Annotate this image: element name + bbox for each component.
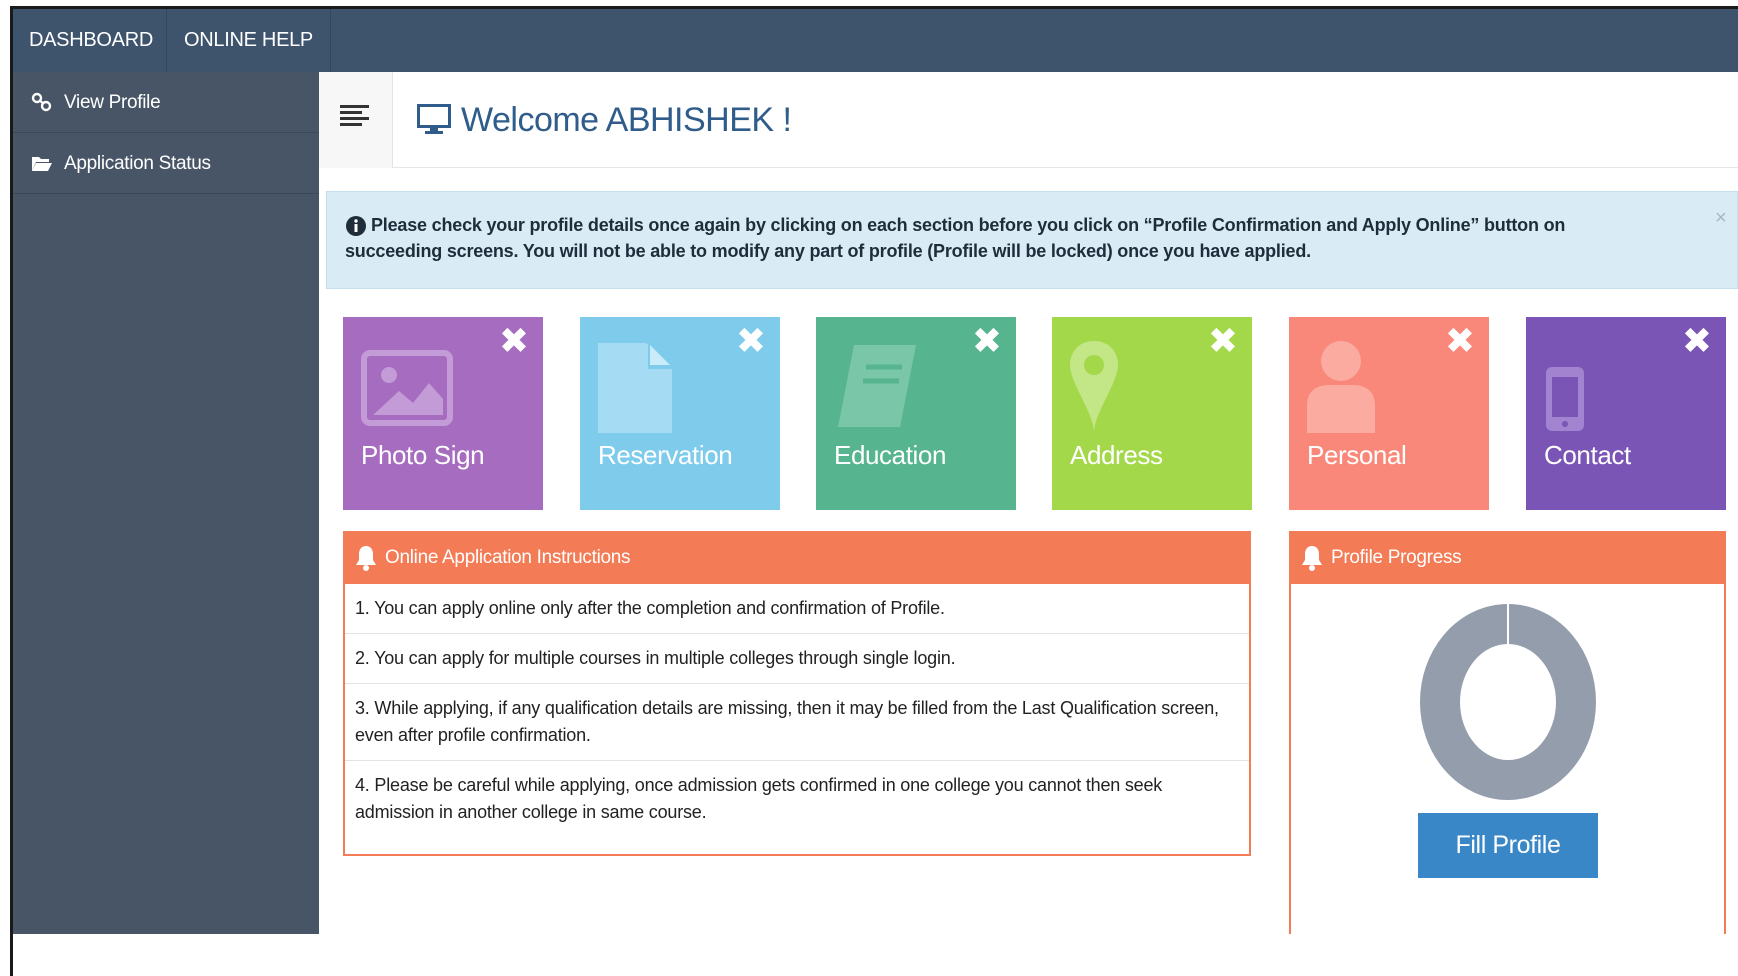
file-icon [598, 343, 672, 433]
tile-label: Education [834, 440, 947, 470]
user-icon [1307, 341, 1375, 433]
tile-contact[interactable]: ✖ Contact [1526, 317, 1726, 510]
tile-personal[interactable]: ✖ Personal [1289, 317, 1489, 510]
profile-progress-header: Profile Progress [1289, 531, 1726, 584]
instruction-item: 3. While applying, if any qualification … [345, 684, 1249, 761]
monitor-icon [417, 104, 451, 134]
incomplete-x-icon: ✖ [971, 320, 1002, 361]
sidebar-item-view-profile[interactable]: View Profile [13, 72, 319, 133]
link-icon [31, 92, 52, 112]
tile-label: Photo Sign [361, 440, 485, 470]
tile-photo-sign[interactable]: ✖ Photo Sign [343, 317, 543, 510]
incomplete-x-icon: ✖ [735, 320, 766, 361]
instructions-panel-header: Online Application Instructions [343, 531, 1251, 584]
tile-label: Address [1070, 440, 1163, 470]
folder-open-icon [32, 157, 52, 171]
image-icon [361, 350, 453, 426]
sidebar-toggle-button[interactable] [319, 72, 393, 168]
tile-address[interactable]: ✖ Address [1052, 317, 1252, 510]
welcome-text: Welcome ABHISHEK ! [461, 101, 792, 139]
nav-dashboard[interactable]: DASHBOARD [13, 9, 167, 72]
tile-label: Personal [1307, 440, 1407, 470]
sidebar: View Profile Application Status [13, 72, 319, 934]
map-marker-icon [1070, 341, 1118, 433]
info-alert: Please check your profile details once a… [326, 191, 1738, 289]
tile-label: Contact [1544, 440, 1631, 470]
profile-progress-panel: Profile Progress Fill Profile [1289, 531, 1726, 934]
page-bottom [13, 934, 1738, 976]
alert-close-button[interactable]: × [1715, 208, 1727, 228]
nav-online-help[interactable]: ONLINE HELP [168, 9, 331, 72]
tile-label: Reservation [598, 440, 733, 470]
incomplete-x-icon: ✖ [498, 320, 529, 361]
mobile-phone-icon [1546, 367, 1584, 431]
profile-progress-title: Profile Progress [1331, 547, 1462, 568]
incomplete-x-icon: ✖ [1444, 320, 1475, 361]
sidebar-item-label: View Profile [64, 92, 161, 113]
page-header: Welcome ABHISHEK ! [319, 72, 1738, 168]
instructions-panel: Online Application Instructions 1. You c… [343, 531, 1251, 856]
book-icon [838, 345, 916, 427]
progress-donut-chart [1420, 604, 1596, 800]
bell-icon [1302, 546, 1322, 571]
tile-education[interactable]: ✖ Education [816, 317, 1016, 510]
instructions-title: Online Application Instructions [385, 547, 631, 568]
bell-icon [356, 546, 376, 571]
instruction-item: 2. You can apply for multiple courses in… [345, 634, 1249, 684]
page: DASHBOARD ONLINE HELP View Profile Appli… [0, 0, 1738, 976]
incomplete-x-icon: ✖ [1207, 320, 1238, 361]
instruction-item: 1. You can apply online only after the c… [345, 584, 1249, 634]
tile-reservation[interactable]: ✖ Reservation [580, 317, 780, 510]
main-content: Welcome ABHISHEK ! Please check your pro… [319, 72, 1738, 934]
sidebar-item-application-status[interactable]: Application Status [13, 133, 319, 194]
sidebar-item-label: Application Status [64, 153, 211, 174]
alert-message: Please check your profile details once a… [345, 215, 1566, 261]
hamburger-icon [340, 105, 369, 129]
incomplete-x-icon: ✖ [1681, 320, 1712, 361]
instruction-item: 4. Please be careful while applying, onc… [355, 775, 1163, 822]
fill-profile-button[interactable]: Fill Profile [1418, 813, 1598, 878]
